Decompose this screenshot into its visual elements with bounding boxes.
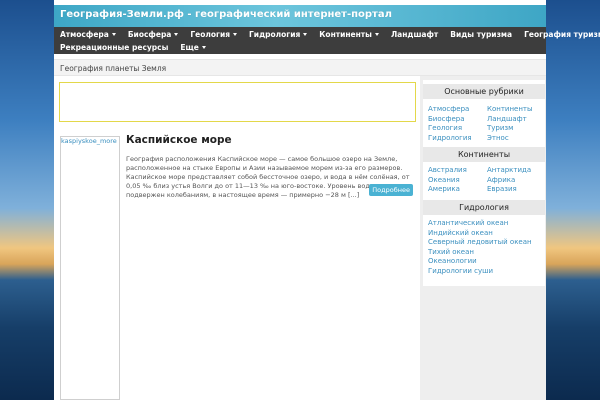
nav-item-row2-0[interactable]: Рекреационные ресурсы <box>54 41 174 54</box>
nav-item-label: Рекреационные ресурсы <box>60 43 169 52</box>
site-title[interactable]: География-Земли.рф - географический инте… <box>60 9 392 20</box>
nav-row-1: Атмосфера Биосфера Геология Гидрология Конти… <box>54 28 600 41</box>
rubric-link[interactable]: Этнос <box>487 134 533 144</box>
nav-item-label: Биосфера <box>127 30 172 39</box>
continent-link[interactable]: Австралия <box>428 166 467 176</box>
continent-link[interactable]: Антарктида <box>487 166 531 176</box>
nav-item-label: География туризма <box>524 30 600 39</box>
nav-item-label: Геология <box>190 30 231 39</box>
rubrics-links: Атмосфера Биосфера Геология Гидрология Конт… <box>428 105 544 143</box>
rubrics-col-2: Континенты Ландшафт Туризм Этнос <box>487 105 533 143</box>
nav-item-label: Еще <box>180 43 199 52</box>
widget-title-hydrology: Гидрология <box>423 200 545 215</box>
hydrology-link[interactable]: Гидрологии суши <box>428 267 544 277</box>
nav-item-label: Виды туризма <box>450 30 513 39</box>
nav-item-row1-7[interactable]: География туризма <box>518 28 600 41</box>
nav-item-row1-6[interactable]: Виды туризма <box>444 28 518 41</box>
main-nav: Атмосфера Биосфера Геология Гидрология Конти… <box>54 27 600 54</box>
hydrology-links: Атлантический океан Индийский океан Северн… <box>428 219 544 276</box>
hydrology-link[interactable]: Индийский океан <box>428 229 544 239</box>
continents-col-1: Австралия Океания Америка <box>428 166 467 195</box>
caret-down-icon <box>111 33 116 36</box>
caret-down-icon <box>201 46 206 49</box>
read-more-button[interactable]: Подробнее <box>369 184 413 196</box>
rubric-link[interactable]: Геология <box>428 124 472 134</box>
nav-item-row1-2[interactable]: Геология <box>184 28 243 41</box>
nav-item-row1-4[interactable]: Континенты <box>313 28 385 41</box>
thumbnail-alt-text: kaspiyskoe_more <box>61 137 117 145</box>
hydrology-link[interactable]: Океанологии <box>428 257 544 267</box>
rubric-link[interactable]: Ландшафт <box>487 115 533 125</box>
hydrology-link[interactable]: Тихий океан <box>428 248 544 258</box>
widget-title-rubrics: Основные рубрики <box>423 84 545 99</box>
nav-item-label: Гидрология <box>249 30 301 39</box>
nav-item-row1-0[interactable]: Атмосфера <box>54 28 122 41</box>
rubric-link[interactable]: Туризм <box>487 124 533 134</box>
ad-banner <box>59 82 416 122</box>
sidebar: Основные рубрики Атмосфера Биосфера Геолог… <box>423 80 545 286</box>
continent-link[interactable]: Евразия <box>487 185 531 195</box>
nav-item-row2-1[interactable]: Еще <box>174 41 212 54</box>
breadcrumb-bar: География планеты Земля <box>54 59 546 76</box>
article-title[interactable]: Каспийское море <box>126 134 232 146</box>
rubric-link[interactable]: Гидрология <box>428 134 472 144</box>
content-column: kaspiyskoe_more Каспийское море Географи… <box>54 76 420 400</box>
caret-down-icon <box>303 33 308 36</box>
nav-item-label: Атмосфера <box>60 30 109 39</box>
continent-link[interactable]: Океания <box>428 176 467 186</box>
hydrology-link[interactable]: Северный ледовитый океан <box>428 238 544 248</box>
nav-item-label: Ландшафт <box>390 30 439 39</box>
rubric-link[interactable]: Континенты <box>487 105 533 115</box>
page-container: География-Земли.рф - географический инте… <box>54 0 600 400</box>
hydrology-link[interactable]: Атлантический океан <box>428 219 544 229</box>
rubric-link[interactable]: Биосфера <box>428 115 472 125</box>
caret-down-icon <box>174 33 179 36</box>
continents-col-2: Антарктида Африка Евразия <box>487 166 531 195</box>
nav-item-row1-5[interactable]: Ландшафт <box>385 28 444 41</box>
main-area: kaspiyskoe_more Каспийское море Географи… <box>54 76 546 400</box>
nav-row-2: Рекреационные ресурсы Еще <box>54 41 212 54</box>
continents-links: Австралия Океания Америка Антарктида Африка… <box>428 166 544 195</box>
rubrics-col-1: Атмосфера Биосфера Геология Гидрология <box>428 105 472 143</box>
breadcrumb: География планеты Земля <box>60 64 167 73</box>
widget-title-continents: Континенты <box>423 147 545 162</box>
site-header: География-Земли.рф - географический инте… <box>54 5 546 27</box>
continent-link[interactable]: Африка <box>487 176 531 186</box>
continent-link[interactable]: Америка <box>428 185 467 195</box>
nav-item-row1-3[interactable]: Гидрология <box>243 28 313 41</box>
article-thumbnail[interactable]: kaspiyskoe_more <box>60 136 120 400</box>
nav-item-row1-1[interactable]: Биосфера <box>122 28 185 41</box>
rubric-link[interactable]: Атмосфера <box>428 105 472 115</box>
caret-down-icon <box>233 33 238 36</box>
caret-down-icon <box>374 33 379 36</box>
nav-item-label: Континенты <box>319 30 372 39</box>
